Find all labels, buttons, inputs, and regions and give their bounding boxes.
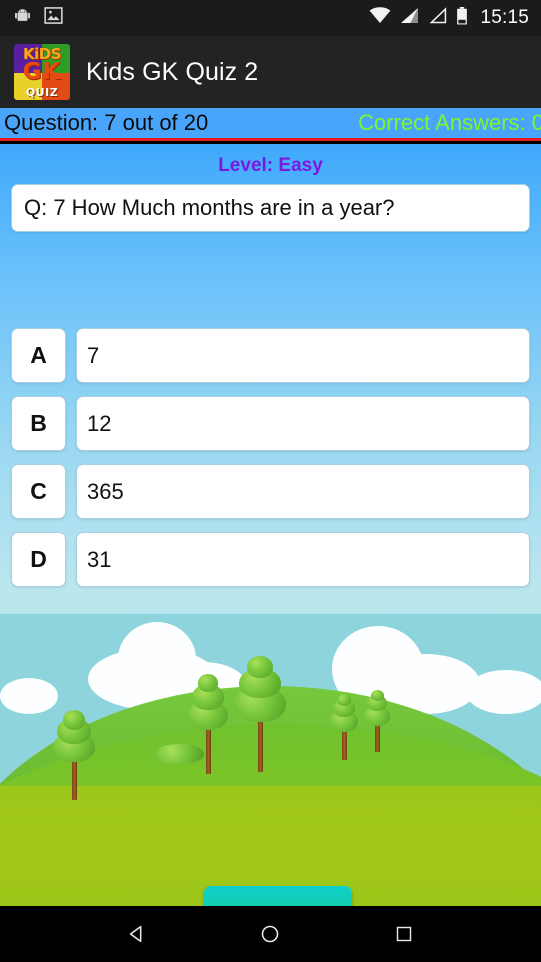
option-value-b[interactable]: 12	[76, 396, 530, 451]
option-value-a[interactable]: 7	[76, 328, 530, 383]
recents-icon[interactable]	[384, 914, 424, 954]
level-label: Level: Easy	[218, 155, 323, 176]
option-value-d[interactable]: 31	[76, 532, 530, 587]
status-bar: 15:15	[0, 0, 541, 36]
correct-answers-counter: Correct Answers: 0	[358, 110, 541, 135]
signal-icon-1	[400, 7, 419, 29]
option-row-b[interactable]: B 12	[11, 396, 530, 451]
app-title: Kids GK Quiz 2	[86, 57, 259, 86]
option-letter-d[interactable]: D	[11, 532, 66, 587]
option-value-c[interactable]: 365	[76, 464, 530, 519]
question-text: Q: 7 How Much months are in a year?	[24, 195, 395, 220]
app-bar: KiDS GK QUIZ Kids GK Quiz 2	[0, 36, 541, 108]
app-logo-icon: KiDS GK QUIZ	[14, 44, 70, 100]
question-box: Q: 7 How Much months are in a year?	[11, 184, 530, 232]
navigation-bar	[0, 906, 541, 962]
option-letter-c[interactable]: C	[11, 464, 66, 519]
app-logo-line3: QUIZ	[25, 86, 59, 99]
battery-icon	[456, 6, 468, 30]
quiz-status-band: Question: 7 out of 20 Correct Answers: 0	[0, 108, 541, 141]
image-icon	[44, 7, 63, 29]
option-letter-a[interactable]: A	[11, 328, 66, 383]
wifi-icon	[369, 7, 391, 29]
quiz-content: Level: Easy Q: 7 How Much months are in …	[0, 144, 541, 952]
app-logo-line2: GK	[22, 59, 62, 85]
status-bar-system-icons: 15:15	[369, 6, 529, 30]
options-list: A 7 B 12 C 365 D 31	[11, 328, 530, 600]
back-icon[interactable]	[117, 914, 157, 954]
status-bar-notifications	[14, 7, 63, 29]
question-counter: Question: 7 out of 20	[4, 110, 209, 135]
status-bar-clock: 15:15	[480, 7, 529, 28]
signal-icon-2	[428, 7, 447, 29]
phone-screen: 15:15 KiDS GK QUIZ Kids GK Quiz 2 Questi…	[0, 0, 541, 962]
option-row-d[interactable]: D 31	[11, 532, 530, 587]
home-icon[interactable]	[250, 914, 290, 954]
option-row-c[interactable]: C 365	[11, 464, 530, 519]
option-row-a[interactable]: A 7	[11, 328, 530, 383]
option-letter-b[interactable]: B	[11, 396, 66, 451]
android-robot-icon	[14, 7, 31, 29]
